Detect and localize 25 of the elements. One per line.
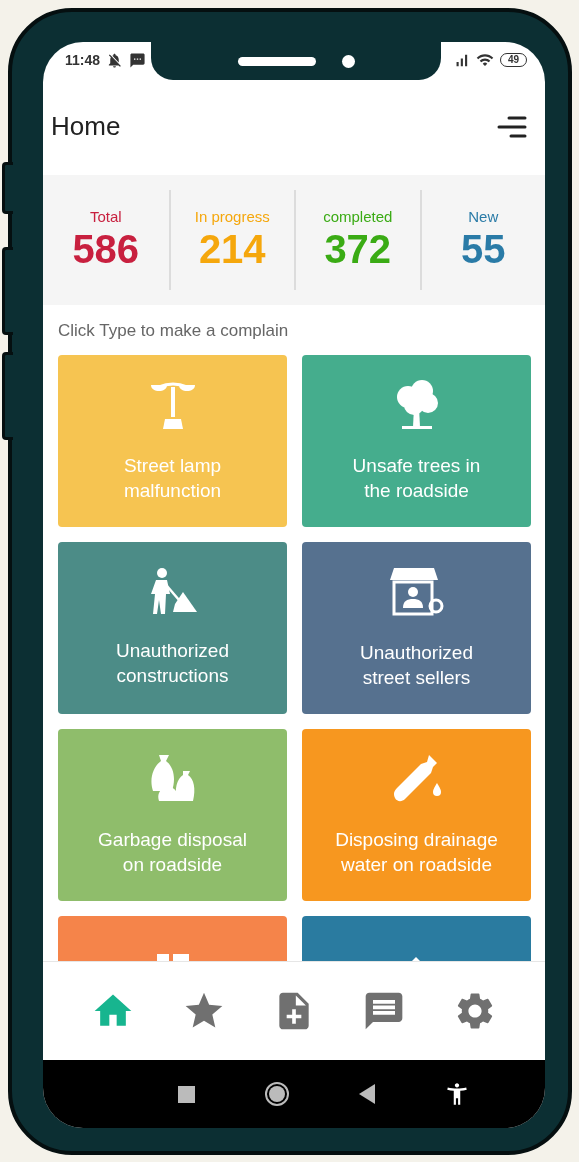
stat-label: New [468, 208, 499, 225]
stat-label: In progress [194, 208, 270, 225]
market-stall-icon [389, 566, 444, 618]
wifi-icon [475, 51, 494, 69]
message-icon [129, 51, 147, 69]
menu-button[interactable] [497, 114, 527, 139]
complaint-type-tile[interactable]: Unsafe trees in the roadside [302, 355, 531, 527]
status-time: 11:48 [65, 52, 101, 68]
complaint-type-tile[interactable]: Unauthorized constructions [58, 542, 287, 714]
stat-label: Total [89, 208, 122, 225]
complaint-type-tile[interactable]: Garbage disposal on roadside [58, 729, 287, 901]
stat-value: 372 [324, 227, 392, 272]
home-circle-button[interactable] [263, 1081, 290, 1107]
camera-dot [341, 54, 355, 68]
stat-value: 55 [461, 227, 506, 272]
stat-label: completed [323, 208, 393, 225]
stat-value: 586 [72, 227, 140, 272]
complaint-type-tile[interactable]: Street lamp malfunction [58, 355, 287, 527]
page-title: Home [51, 111, 121, 142]
stat-value: 214 [198, 227, 266, 272]
recent-apps-button[interactable] [177, 1085, 195, 1103]
back-button[interactable] [359, 1084, 376, 1104]
complaint-type-tile[interactable]: Disposing drainage water on roadside [302, 729, 531, 901]
instruction-text: Click Type to make a complain [57, 320, 290, 342]
complaint-type-tile[interactable]: Unauthorized street sellers [302, 542, 531, 714]
